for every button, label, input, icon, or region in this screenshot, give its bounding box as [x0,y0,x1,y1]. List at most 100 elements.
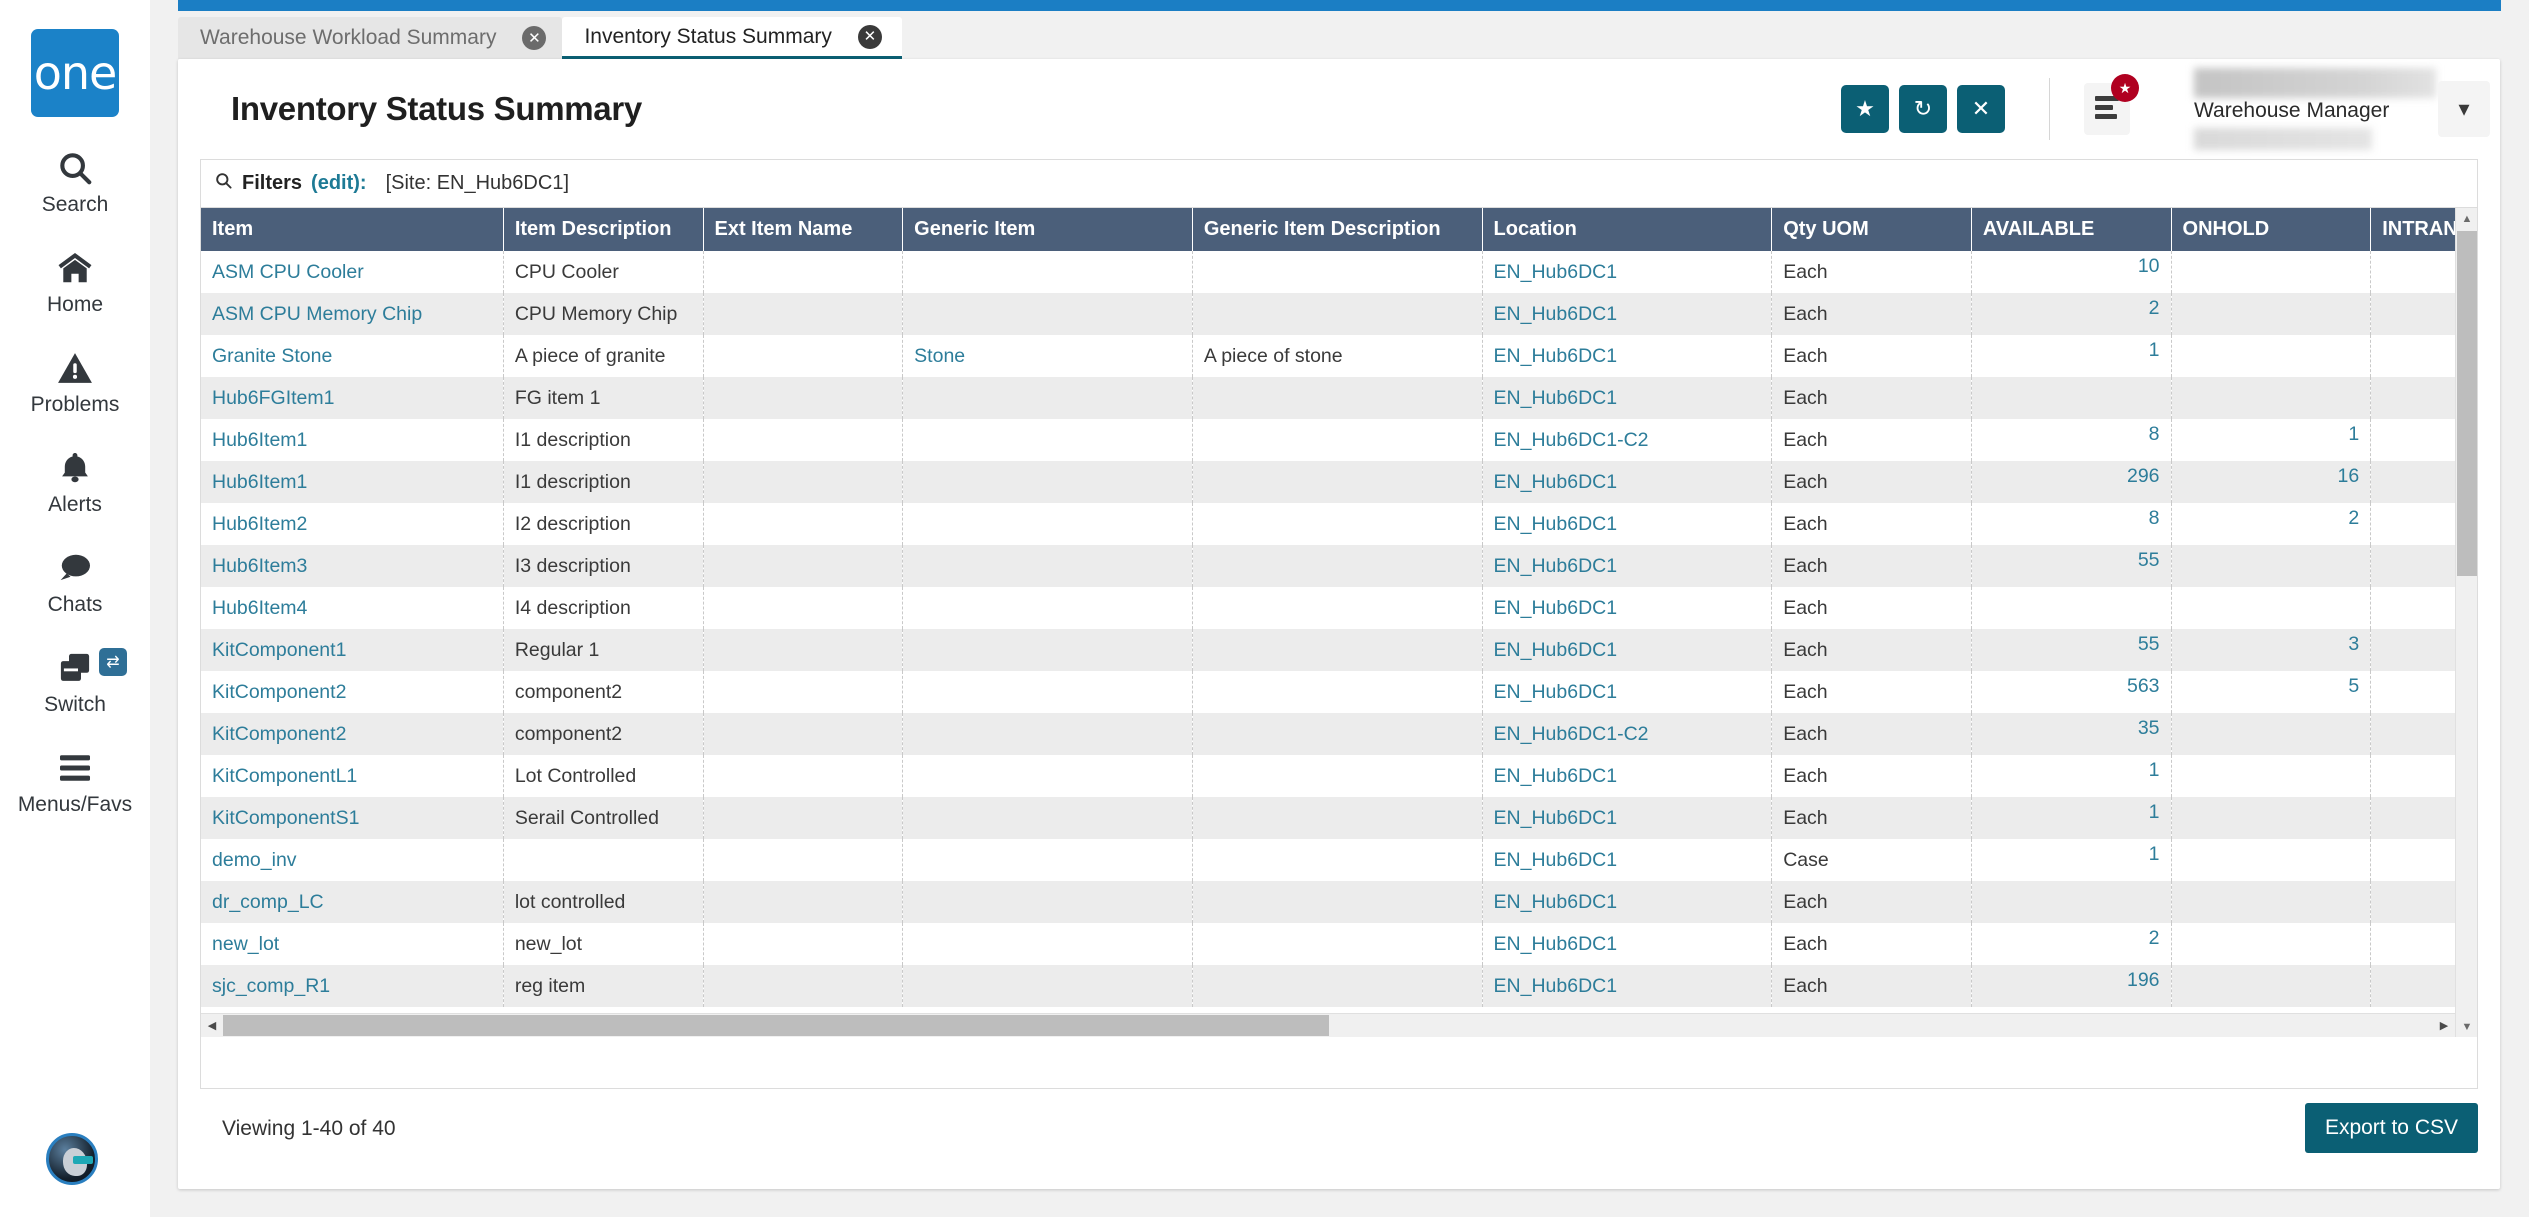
column-header[interactable]: Qty UOM [1771,208,1972,251]
close-button[interactable]: ✕ [1957,85,2005,133]
column-header[interactable]: Generic Item Description [1192,208,1483,251]
table-row[interactable]: Granite Stone A piece of granite Stone A pi… [201,335,2477,377]
table-row[interactable]: KitComponent1 Regular 1 EN_Hub6DC1 Each 55 3 [201,629,2477,671]
cell-location[interactable]: EN_Hub6DC1 [1482,293,1773,335]
column-header[interactable]: Generic Item [902,208,1193,251]
cell-location[interactable]: EN_Hub6DC1 [1482,251,1773,293]
cell-link[interactable]: KitComponent1 [212,639,346,661]
close-circle-icon[interactable]: ✕ [857,24,882,49]
filters-edit-link[interactable]: (edit): [311,172,367,195]
cell-item[interactable]: KitComponentS1 [201,797,504,839]
cell-link[interactable]: EN_Hub6DC1 [1494,639,1618,661]
cell-location[interactable]: EN_Hub6DC1 [1482,377,1773,419]
user-menu[interactable]: Warehouse Manager ▾ [2190,68,2500,150]
cell-link[interactable]: EN_Hub6DC1 [1494,933,1618,955]
sidebar-item-menus-favs[interactable]: Menus/Favs [0,747,150,817]
cell-location[interactable]: EN_Hub6DC1 [1482,881,1773,923]
cell-item[interactable]: KitComponent2 [201,671,504,713]
table-row[interactable]: Hub6Item2 I2 description EN_Hub6DC1 Each 8 2 [201,503,2477,545]
vertical-scroll-thumb[interactable] [2457,231,2477,576]
cell-link[interactable]: Hub6FGItem1 [212,387,334,409]
column-header[interactable]: Item Description [503,208,704,251]
cell-item[interactable]: demo_inv [201,839,504,881]
cell-link[interactable]: Stone [914,345,965,367]
cell-item[interactable]: ASM CPU Cooler [201,251,504,293]
table-row[interactable]: demo_inv EN_Hub6DC1 Case 1 [201,839,2477,881]
cell-location[interactable]: EN_Hub6DC1-C2 [1482,713,1773,755]
cell-item[interactable]: Hub6Item4 [201,587,504,629]
column-header[interactable]: Item [201,208,504,251]
table-row[interactable]: ASM CPU Memory Chip CPU Memory Chip EN_Hub… [201,293,2477,335]
cell-item[interactable]: Granite Stone [201,335,504,377]
cell-link[interactable]: Granite Stone [212,345,332,367]
column-header[interactable]: Ext Item Name [703,208,904,251]
tab-inventory-status-summary[interactable]: Inventory Status Summary ✕ [562,17,903,59]
column-header[interactable]: Location [1482,208,1773,251]
cell-link[interactable]: EN_Hub6DC1 [1494,303,1618,325]
cell-link[interactable]: Hub6Item3 [212,555,307,577]
cell-link[interactable]: Hub6Item4 [212,597,307,619]
cell-link[interactable]: EN_Hub6DC1 [1494,471,1618,493]
cell-item[interactable]: KitComponent1 [201,629,504,671]
cell-item[interactable]: KitComponentL1 [201,755,504,797]
cell-location[interactable]: EN_Hub6DC1 [1482,797,1773,839]
cell-location[interactable]: EN_Hub6DC1 [1482,587,1773,629]
cell-link[interactable]: EN_Hub6DC1 [1494,261,1618,283]
cell-link[interactable]: EN_Hub6DC1-C2 [1494,723,1649,745]
close-circle-icon[interactable]: ✕ [522,26,547,50]
cell-link[interactable]: KitComponent2 [212,723,346,745]
brand-logo[interactable]: one [31,29,119,117]
cell-link[interactable]: EN_Hub6DC1 [1494,387,1618,409]
cell-link[interactable]: sjc_comp_R1 [212,975,330,997]
table-row[interactable]: KitComponent2 component2 EN_Hub6DC1 Each 563… [201,671,2477,713]
cell-link[interactable]: KitComponentS1 [212,807,359,829]
table-row[interactable]: Hub6Item1 I1 description EN_Hub6DC1-C2 Each… [201,419,2477,461]
cell-item[interactable]: dr_comp_LC [201,881,504,923]
tab-warehouse-workload-summary[interactable]: Warehouse Workload Summary ✕ [178,17,563,59]
table-row[interactable]: ASM CPU Cooler CPU Cooler EN_Hub6DC1 Each 10 [201,251,2477,293]
sidebar-item-search[interactable]: Search [0,147,150,217]
cell-link[interactable]: EN_Hub6DC1 [1494,681,1618,703]
cell-link[interactable]: EN_Hub6DC1 [1494,345,1618,367]
scroll-left-arrow-icon[interactable]: ◀ [201,1014,223,1037]
cell-link[interactable]: EN_Hub6DC1 [1494,849,1618,871]
cell-link[interactable]: KitComponentL1 [212,765,357,787]
sidebar-item-switch[interactable]: ⇄ Switch [0,647,150,717]
cell-location[interactable]: EN_Hub6DC1-C2 [1482,419,1773,461]
cell-location[interactable]: EN_Hub6DC1 [1482,965,1773,1007]
sidebar-item-alerts[interactable]: Alerts [0,447,150,517]
column-header[interactable]: AVAILABLE [1971,208,2172,251]
cell-link[interactable]: EN_Hub6DC1 [1494,975,1618,997]
cell-link[interactable]: ASM CPU Memory Chip [212,303,422,325]
cell-item[interactable]: ASM CPU Memory Chip [201,293,504,335]
table-row[interactable]: Hub6Item4 I4 description EN_Hub6DC1 Each [201,587,2477,629]
cell-link[interactable]: Hub6Item2 [212,513,307,535]
scroll-right-arrow-icon[interactable]: ▶ [2433,1014,2455,1037]
table-row[interactable]: Hub6Item3 I3 description EN_Hub6DC1 Each 55 [201,545,2477,587]
cell-item[interactable]: KitComponent2 [201,713,504,755]
table-row[interactable]: sjc_comp_R1 reg item EN_Hub6DC1 Each 196 [201,965,2477,1007]
menu-list-button[interactable]: ★ [2084,74,2139,135]
table-row[interactable]: KitComponentL1 Lot Controlled EN_Hub6DC1 Ea… [201,755,2477,797]
horizontal-scroll-thumb[interactable] [223,1015,1329,1036]
cell-link[interactable]: EN_Hub6DC1 [1494,513,1618,535]
cell-location[interactable]: EN_Hub6DC1 [1482,335,1773,377]
cell-location[interactable]: EN_Hub6DC1 [1482,755,1773,797]
favorite-button[interactable]: ★ [1841,85,1889,133]
cell-location[interactable]: EN_Hub6DC1 [1482,923,1773,965]
vertical-scrollbar[interactable]: ▲ ▼ [2455,208,2477,1037]
cell-link[interactable]: EN_Hub6DC1 [1494,555,1618,577]
refresh-button[interactable]: ↻ [1899,85,1947,133]
column-header[interactable]: ONHOLD [2171,208,2372,251]
cell-location[interactable]: EN_Hub6DC1 [1482,461,1773,503]
sidebar-item-problems[interactable]: Problems [0,347,150,417]
scroll-down-arrow-icon[interactable]: ▼ [2456,1016,2477,1037]
cell-link[interactable]: EN_Hub6DC1 [1494,891,1618,913]
scroll-up-arrow-icon[interactable]: ▲ [2456,208,2477,230]
cell-link[interactable]: KitComponent2 [212,681,346,703]
sidebar-item-home[interactable]: Home [0,247,150,317]
sidebar-item-chats[interactable]: Chats [0,547,150,617]
cell-location[interactable]: EN_Hub6DC1 [1482,503,1773,545]
cell-item[interactable]: sjc_comp_R1 [201,965,504,1007]
cell-link[interactable]: dr_comp_LC [212,891,324,913]
